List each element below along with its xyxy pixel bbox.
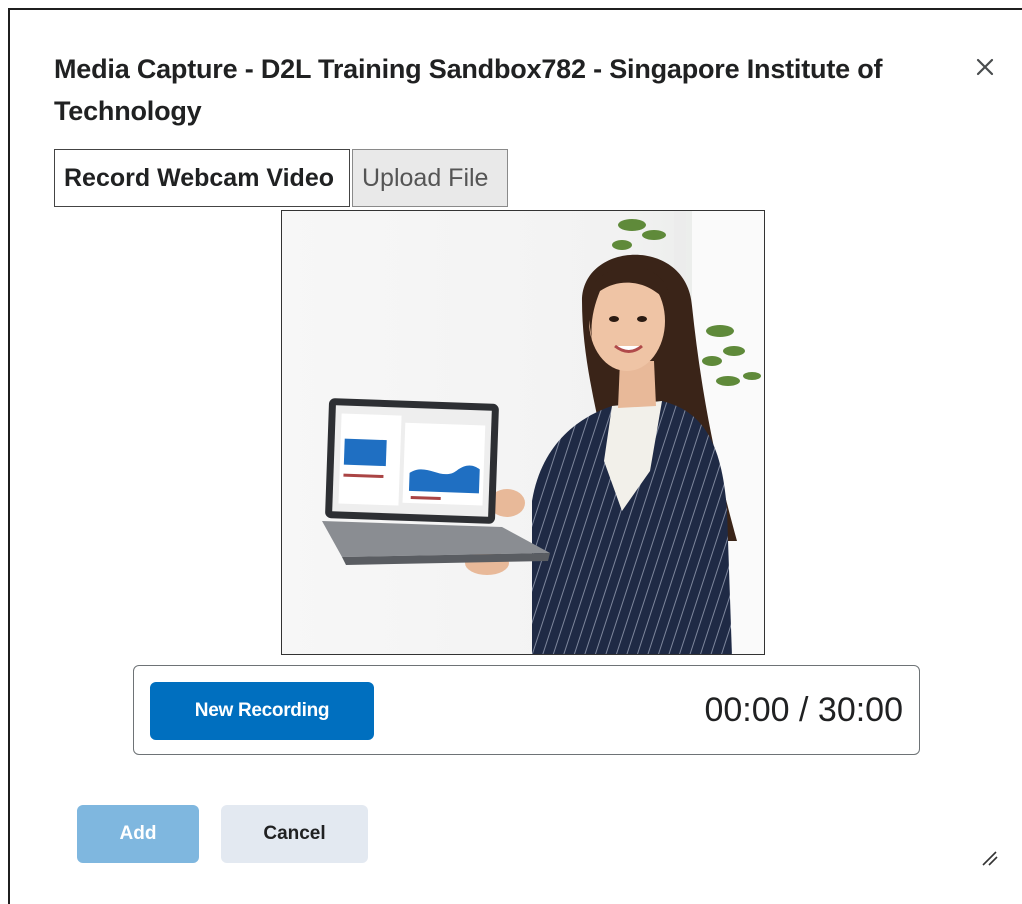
- recorder-controls: New Recording 00:00 / 30:00: [133, 665, 920, 755]
- cancel-button[interactable]: Cancel: [221, 805, 368, 863]
- recording-timer: 00:00 / 30:00: [704, 691, 903, 729]
- dialog-title: Media Capture - D2L Training Sandbox782 …: [54, 54, 883, 126]
- webcam-preview-image: [282, 211, 764, 654]
- close-icon: [976, 58, 994, 76]
- tab-record-webcam-video[interactable]: Record Webcam Video: [54, 149, 350, 207]
- media-capture-dialog: Media Capture - D2L Training Sandbox782 …: [8, 8, 1022, 904]
- new-recording-button[interactable]: New Recording: [150, 682, 374, 740]
- resize-handle-icon[interactable]: [979, 847, 999, 867]
- close-button[interactable]: [968, 50, 1002, 84]
- tab-upload-file[interactable]: Upload File: [352, 149, 508, 207]
- add-button[interactable]: Add: [77, 805, 199, 863]
- webcam-preview: [281, 210, 765, 655]
- capture-mode-tabs: Record Webcam Video Upload File: [54, 149, 508, 207]
